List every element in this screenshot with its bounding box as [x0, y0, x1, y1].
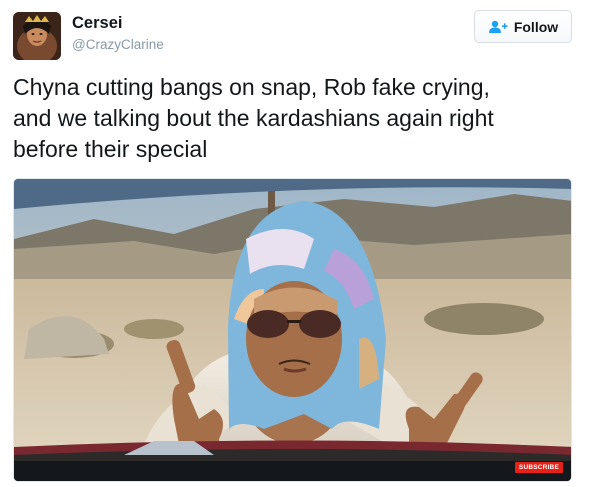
tweet-text: Chyna cutting bangs on snap, Rob fake cr…	[13, 72, 578, 165]
tweet-text-line: Chyna cutting bangs on snap, Rob fake cr…	[13, 74, 490, 100]
avatar-image	[13, 12, 61, 60]
tweet-media-image[interactable]: SUBSCRIBE	[13, 178, 572, 482]
add-user-icon	[488, 20, 508, 34]
tweet-text-line: and we talking bout the kardashians agai…	[13, 105, 494, 131]
subscribe-badge: SUBSCRIBE	[514, 462, 563, 473]
avatar[interactable]	[13, 12, 61, 60]
follow-button[interactable]: Follow	[474, 10, 572, 43]
user-handle[interactable]: @CrazyClarine	[72, 37, 164, 52]
tweet-text-line: before their special	[13, 136, 208, 162]
follow-button-label: Follow	[513, 18, 559, 35]
display-name[interactable]: Cersei	[72, 14, 122, 33]
media-scene	[14, 179, 571, 481]
